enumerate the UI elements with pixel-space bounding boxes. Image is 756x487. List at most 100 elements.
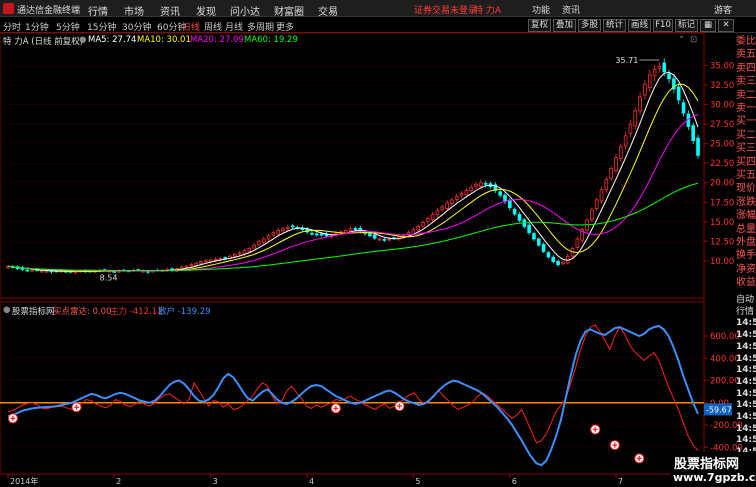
candle-body [614, 157, 618, 172]
candle-body [638, 96, 642, 112]
side-panel-item[interactable]: 换手 [736, 249, 756, 263]
candles [6, 58, 700, 275]
candle-body [479, 182, 483, 187]
candle-body [184, 265, 189, 268]
side-panel-item[interactable]: 买四 [736, 156, 756, 170]
y-tick-label: 12.50 [710, 237, 734, 247]
candle-body [609, 168, 613, 179]
y-tick-label: 35.00 [710, 62, 734, 72]
candle-body [416, 226, 420, 231]
side-panel-item[interactable]: 涨幅 [736, 209, 756, 223]
side-panel-item[interactable]: 净资 [736, 263, 756, 277]
candle-body [353, 227, 358, 230]
main-chart-frame [0, 32, 705, 299]
side-panel-item[interactable]: 卖三 [736, 75, 756, 89]
y-tick-label: 22.50 [710, 159, 734, 169]
ma60-line [7, 182, 699, 271]
candle-body [276, 229, 281, 235]
x-tick-label: 4 [309, 477, 314, 486]
quote-side-panel[interactable]: 委比 卖五 卖四 卖三 卖二 卖一 买一 买二 买三 买四 买五 现价 涨跌 涨幅 总量 外盘 换手 净资 收益 自动… [736, 35, 756, 475]
candle-body [512, 208, 517, 215]
candle-body [39, 270, 44, 273]
chart-canvas[interactable]: 10.00 12.50 15.00 17.50 20.00 22.50 25.00 27.50… [0, 0, 756, 487]
candle-body [561, 262, 565, 265]
candle-body [25, 269, 30, 272]
ma20-line [7, 114, 699, 272]
candle-body [348, 228, 353, 232]
candle-body [425, 218, 430, 222]
candle-body [257, 240, 261, 245]
candle-body [474, 183, 478, 187]
candle-body [590, 209, 594, 221]
candle-body [218, 258, 223, 260]
candle-body [464, 190, 469, 196]
x-tick-label: 6 [512, 477, 517, 486]
candle-body [469, 187, 474, 191]
candle-body [377, 238, 382, 241]
candle-body [696, 137, 700, 156]
side-panel-item[interactable]: 卖五 [736, 48, 756, 62]
candle-body [662, 62, 667, 73]
candle-body [676, 86, 681, 101]
candle-body [483, 182, 488, 185]
candle-body [508, 199, 512, 209]
candle-body [691, 125, 695, 141]
candle-body [527, 224, 531, 234]
side-panel-item[interactable]: 卖一 [736, 102, 756, 116]
side-panel-item[interactable]: 涨跌 [736, 196, 756, 210]
candle-body [575, 238, 580, 249]
candle-body [30, 269, 34, 272]
ma10-line [7, 83, 699, 272]
candle-body [556, 260, 560, 266]
candle-body [271, 232, 276, 236]
side-panel-item[interactable]: 收益 [736, 276, 756, 290]
candle-body [310, 232, 314, 235]
high-price-label: 35.71 [615, 56, 638, 65]
side-panel-item[interactable]: 买三 [736, 142, 756, 156]
retail-line [7, 324, 699, 467]
candle-body [618, 146, 623, 159]
side-panel-item[interactable]: 买一 [736, 115, 756, 129]
side-panel-item[interactable]: 卖二 [736, 89, 756, 103]
side-panel-item[interactable]: 总量 [736, 223, 756, 237]
x-tick-label: 5 [415, 477, 420, 486]
candle-body [435, 210, 440, 216]
side-panel-item[interactable]: 买二 [736, 129, 756, 143]
candle-body [647, 74, 652, 88]
candle-body [290, 225, 295, 228]
candle-body [232, 254, 237, 257]
candle-body [204, 260, 208, 263]
candle-body [213, 258, 218, 261]
y-tick-label: 20.00 [710, 179, 734, 189]
candle-body [536, 238, 541, 246]
candle-body [411, 229, 416, 235]
y-tick-label: 25.00 [710, 140, 734, 150]
indicator-frame [0, 301, 705, 475]
candle-body [643, 83, 647, 96]
candle-body [286, 226, 290, 229]
candle-body [667, 73, 671, 80]
candle-body [599, 189, 604, 202]
y-tick-label: 17.50 [710, 198, 734, 208]
low-price-label: 8.54 [100, 273, 118, 282]
candle-body [657, 65, 662, 69]
candle-body [382, 238, 387, 241]
y-tick-label: 10.00 [710, 257, 734, 267]
side-panel-item[interactable]: 买五 [736, 169, 756, 183]
candle-body [652, 69, 657, 77]
candle-body [517, 214, 522, 221]
y-tick-label: 15.00 [710, 218, 734, 228]
candle-body [546, 252, 551, 258]
side-panel-item[interactable]: 卖四 [736, 62, 756, 76]
candle-body [44, 270, 49, 273]
candle-body [387, 238, 391, 241]
candle-body [372, 234, 377, 239]
side-panel-item[interactable]: 委比 [736, 35, 756, 49]
side-panel-item[interactable]: 外盘 [736, 236, 756, 250]
candle-body [551, 256, 556, 263]
candle-body [199, 261, 203, 264]
side-panel-item[interactable]: 现价 [736, 182, 756, 196]
current-value-label: -59.67 [706, 405, 732, 414]
watermark-title: 股票指标网 [674, 457, 740, 472]
y-tick-label: 32.50 [710, 81, 734, 91]
